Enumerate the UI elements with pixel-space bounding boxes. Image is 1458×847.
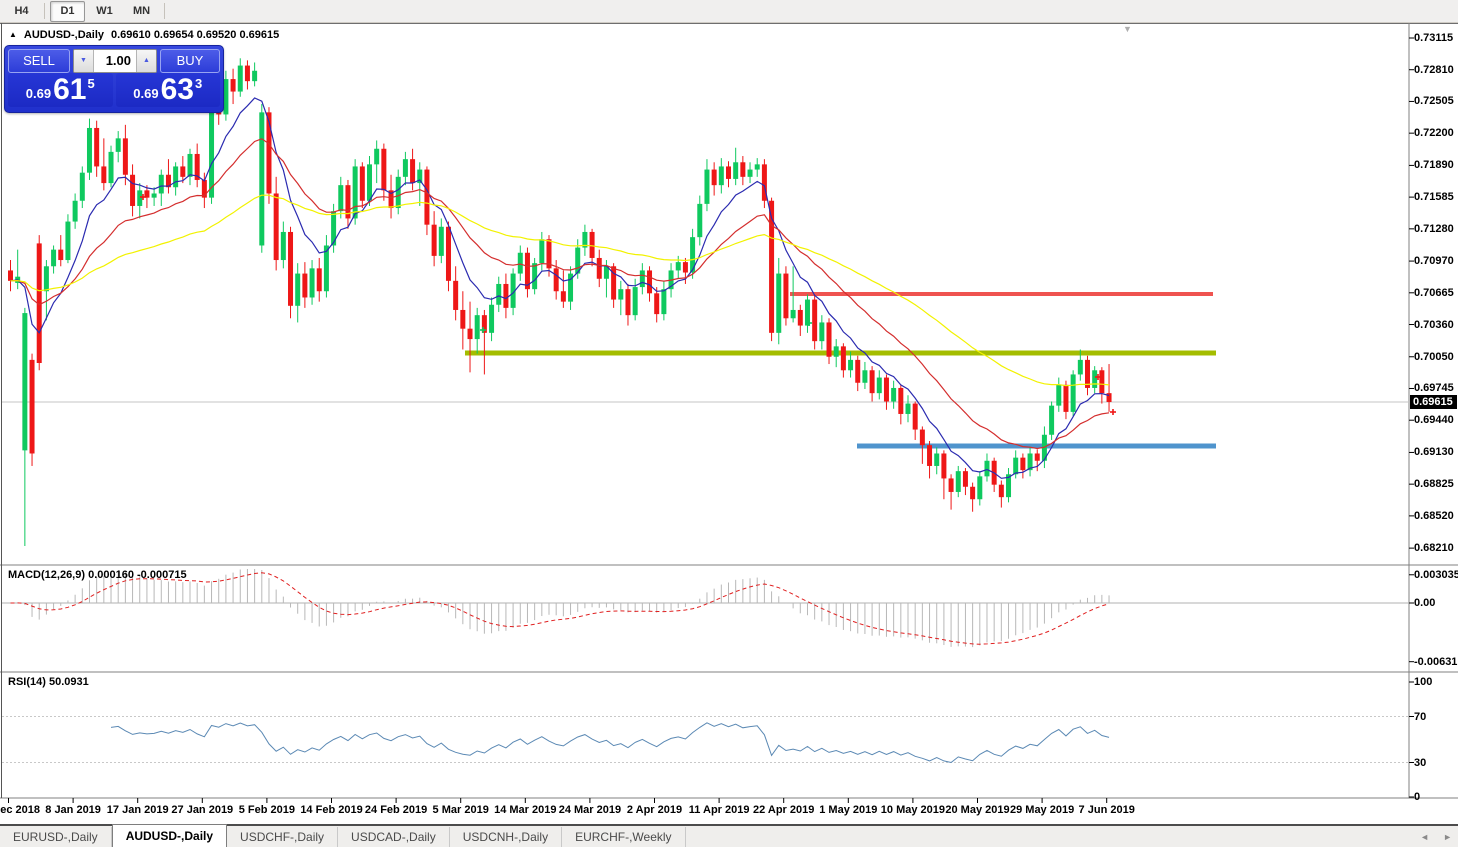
rsi-axis-label: 100 — [1414, 676, 1432, 688]
price-axis-label: 0.70970 — [1414, 255, 1454, 267]
buy-price-prefix: 0.69 — [133, 86, 158, 101]
rsi-label: RSI(14) 50.0931 — [8, 676, 89, 688]
toolbar-separator — [164, 3, 165, 19]
price-axis-label: 0.71585 — [1414, 191, 1454, 203]
sell-price-prefix: 0.69 — [26, 86, 51, 101]
timeframe-button-d1[interactable]: D1 — [50, 1, 85, 22]
tab-eurchf-weekly[interactable]: EURCHF-,Weekly — [562, 827, 685, 847]
macd-axis-label: 0.00 — [1414, 597, 1435, 609]
volume-input[interactable]: 1.00 — [94, 50, 136, 72]
tab-scroll-right-button[interactable]: ► — [1443, 833, 1452, 842]
date-axis-label: 7 Jun 2019 — [1079, 804, 1135, 816]
date-axis-label: 10 May 2019 — [881, 804, 945, 816]
date-axis-label: 17 Jan 2019 — [107, 804, 169, 816]
tab-usdcad-daily[interactable]: USDCAD-,Daily — [338, 827, 450, 847]
current-price-badge: 0.69615 — [1410, 395, 1457, 409]
buy-price-pip: 3 — [195, 76, 202, 91]
rsi-axis-label: 30 — [1414, 757, 1426, 769]
sell-button[interactable]: SELL — [8, 49, 70, 73]
date-axis-label: 27 Jan 2019 — [171, 804, 233, 816]
price-axis-label: 0.70665 — [1414, 287, 1454, 299]
price-axis-label: 0.71280 — [1414, 223, 1454, 235]
buy-price-display[interactable]: 0.69 63 3 — [116, 73, 221, 107]
date-axis-label: 14 Mar 2019 — [494, 804, 556, 816]
date-axis-label: 22 Apr 2019 — [753, 804, 814, 816]
date-axis-label: 30 Dec 2018 — [0, 804, 40, 816]
chart-symbol-title: AUDUSD-,Daily — [24, 29, 104, 41]
price-axis-label: 0.70050 — [1414, 351, 1454, 363]
date-axis-label: 29 May 2019 — [1010, 804, 1074, 816]
symbol-marker-icon: ▲ — [9, 30, 17, 39]
buy-price-big: 63 — [161, 75, 194, 105]
timeframe-button-w1[interactable]: W1 — [87, 1, 122, 22]
sell-price-big: 61 — [53, 75, 86, 105]
date-axis-label: 1 May 2019 — [819, 804, 877, 816]
date-axis-label: 14 Feb 2019 — [300, 804, 362, 816]
buy-button[interactable]: BUY — [160, 49, 220, 73]
price-axis-label: 0.69745 — [1414, 382, 1454, 394]
tab-usdchf-daily[interactable]: USDCHF-,Daily — [227, 827, 338, 847]
ema-slow-line — [11, 195, 1110, 385]
price-chart-canvas[interactable] — [0, 0, 1458, 847]
price-axis-label: 0.69440 — [1414, 414, 1454, 426]
timeframe-button-h4[interactable]: H4 — [4, 1, 39, 22]
tab-eurusd-daily[interactable]: EURUSD-,Daily — [0, 827, 112, 847]
sell-price-pip: 5 — [87, 76, 94, 91]
timeframe-button-mn[interactable]: MN — [124, 1, 159, 22]
rsi-line — [111, 723, 1109, 763]
date-axis-label: 24 Feb 2019 — [365, 804, 427, 816]
price-axis-label: 0.70360 — [1414, 319, 1454, 331]
price-axis-label: 0.71890 — [1414, 159, 1454, 171]
volume-control: ▼ 1.00 ▲ — [73, 49, 157, 73]
chart-ohlc-values: 0.69610 0.69654 0.69520 0.69615 — [111, 29, 279, 41]
volume-decrease-button[interactable]: ▼ — [74, 50, 94, 72]
date-axis-label: 8 Jan 2019 — [45, 804, 101, 816]
price-axis-label: 0.69130 — [1414, 446, 1454, 458]
one-click-trade-panel: SELL ▼ 1.00 ▲ BUY 0.69 61 5 0.69 63 3 — [4, 45, 224, 113]
timeframe-toolbar: H4 D1W1MN — [0, 0, 1458, 23]
toolbar-separator — [44, 3, 45, 19]
price-axis-label: 0.68520 — [1414, 510, 1454, 522]
tab-usdcnh-daily[interactable]: USDCNH-,Daily — [450, 827, 562, 847]
mt4-terminal: { "toolbar": { "timeframes": [ {"label":… — [0, 0, 1458, 847]
date-axis-label: 20 May 2019 — [945, 804, 1009, 816]
sell-price-display[interactable]: 0.69 61 5 — [8, 73, 113, 107]
macd-axis-label: -0.00631 — [1414, 656, 1457, 668]
date-axis-label: 5 Mar 2019 — [433, 804, 489, 816]
ema-fast-line — [11, 98, 1110, 478]
tab-scroll-left-button[interactable]: ◄ — [1420, 833, 1429, 842]
date-axis-label: 11 Apr 2019 — [689, 804, 750, 816]
rsi-axis-label: 70 — [1414, 711, 1426, 723]
volume-increase-button[interactable]: ▲ — [136, 50, 156, 72]
macd-label: MACD(12,26,9) 0.000160 -0.000715 — [8, 569, 187, 581]
price-axis-label: 0.72810 — [1414, 64, 1454, 76]
date-axis-label: 24 Mar 2019 — [559, 804, 621, 816]
date-axis-label: 2 Apr 2019 — [627, 804, 682, 816]
price-axis-label: 0.68825 — [1414, 478, 1454, 490]
price-axis-label: 0.72200 — [1414, 127, 1454, 139]
macd-axis-label: 0.003035 — [1414, 569, 1458, 581]
rsi-axis-label: 0 — [1414, 791, 1420, 803]
chart-shift-icon[interactable]: ▼ — [1123, 24, 1132, 34]
chart-header: ▲ AUDUSD-,Daily 0.69610 0.69654 0.69520 … — [9, 29, 279, 41]
chart-tab-bar: EURUSD-,DailyAUDUSD-,DailyUSDCHF-,DailyU… — [0, 824, 1458, 847]
price-axis-label: 0.68210 — [1414, 542, 1454, 554]
tab-audusd-daily[interactable]: AUDUSD-,Daily — [112, 824, 227, 847]
date-axis-label: 5 Feb 2019 — [239, 804, 295, 816]
price-axis-label: 0.72505 — [1414, 95, 1454, 107]
price-axis-label: 0.73115 — [1414, 32, 1453, 44]
